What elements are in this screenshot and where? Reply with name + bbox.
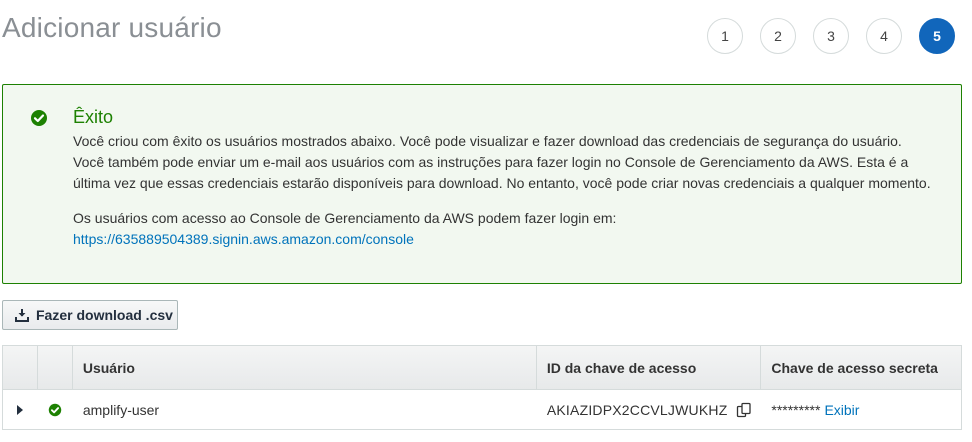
table-header: Usuário ID da chave de acesso Chave de a… (3, 346, 961, 390)
step-3[interactable]: 3 (813, 18, 849, 54)
header-secret-access-key[interactable]: Chave de acesso secreta (761, 346, 961, 389)
header-access-key-id[interactable]: ID da chave de acesso (537, 346, 762, 389)
header-status-col (38, 346, 73, 389)
header-user[interactable]: Usuário (73, 346, 537, 389)
access-key-cell: AKIAZIDPX2CCVLJWUKHZ (537, 390, 762, 429)
page-title: Adicionar usuário (2, 12, 222, 43)
alert-text-line: última vez que essas credenciais estarão… (73, 175, 931, 191)
copy-icon[interactable] (736, 402, 752, 418)
check-circle-icon (31, 110, 47, 126)
download-icon (15, 309, 29, 322)
secret-key-masked: ********* (771, 401, 821, 418)
user-name: amplify-user (82, 401, 160, 418)
step-1[interactable]: 1 (707, 18, 743, 54)
step-4[interactable]: 4 (866, 18, 902, 54)
access-key-id: AKIAZIDPX2CCVLJWUKHZ (546, 401, 728, 418)
add-user-page: Adicionar usuário 1 2 3 4 5 Êxito Você c… (0, 0, 972, 442)
secret-key-cell: ********* Exibir (761, 390, 961, 429)
step-5-current[interactable]: 5 (919, 18, 955, 54)
users-table: Usuário ID da chave de acesso Chave de a… (2, 345, 962, 430)
alert-title: Êxito (73, 107, 114, 127)
header-expand-col (3, 346, 38, 389)
expand-row-toggle[interactable] (3, 390, 38, 429)
show-secret-link[interactable]: Exibir (824, 402, 859, 418)
alert-text-line: Os usuários com acesso ao Console de Ger… (73, 210, 617, 226)
table-row: amplify-user AKIAZIDPX2CCVLJWUKHZ ******… (3, 390, 961, 430)
alert-text-line: Você também pode enviar um e-mail aos us… (73, 154, 909, 170)
step-2[interactable]: 2 (760, 18, 796, 54)
download-csv-label: Fazer download .csv (36, 307, 173, 323)
success-alert: Êxito Você criou com êxito os usuários m… (2, 84, 962, 284)
alert-body: Você criou com êxito os usuários mostrad… (73, 131, 953, 250)
row-status (38, 390, 73, 429)
alert-text-line: Você criou com êxito os usuários mostrad… (73, 133, 902, 149)
download-csv-button[interactable]: Fazer download .csv (2, 300, 178, 330)
caret-right-icon (17, 404, 24, 415)
console-signin-link[interactable]: https://635889504389.signin.aws.amazon.c… (73, 231, 414, 247)
check-circle-icon (49, 403, 62, 416)
wizard-steps: 1 2 3 4 5 (707, 18, 955, 54)
